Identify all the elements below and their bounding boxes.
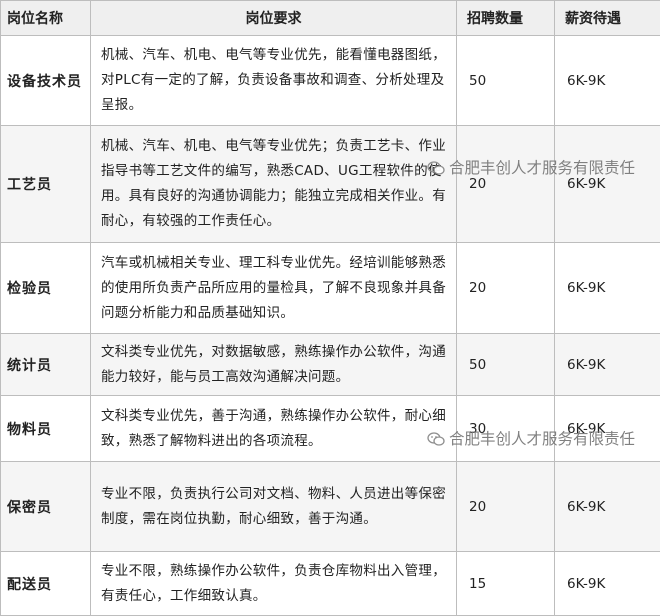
position-requirements: 机械、汽车、机电、电气等专业优先；负责工艺卡、作业指导书等工艺文件的编写，熟悉C…: [91, 126, 457, 243]
headcount: 20: [457, 243, 555, 334]
position-name: 物料员: [1, 396, 91, 462]
watermark: 合肥丰创人才服务有限责任: [427, 427, 635, 449]
position-name: 检验员: [1, 243, 91, 334]
headcount: 50: [457, 334, 555, 396]
header-salary: 薪资待遇: [555, 1, 660, 36]
wechat-icon: [427, 432, 445, 446]
wechat-icon: [427, 161, 445, 175]
position-name: 工艺员: [1, 126, 91, 243]
salary: 6K-9K: [555, 334, 660, 396]
salary: 6K-9K: [555, 552, 660, 616]
position-name: 保密员: [1, 462, 91, 552]
table-row: 统计员 文科类专业优先，对数据敏感，熟练操作办公软件，沟通能力较好，能与员工高效…: [1, 334, 660, 396]
header-position-name: 岗位名称: [1, 1, 91, 36]
table-row: 配送员 专业不限，熟练操作办公软件，负责仓库物料出入管理，有责任心，工作细致认真…: [1, 552, 660, 616]
position-requirements: 汽车或机械相关专业、理工科专业优先。经培训能够熟悉的使用所负责产品所应用的量检具…: [91, 243, 457, 334]
position-name: 统计员: [1, 334, 91, 396]
table-header-row: 岗位名称 岗位要求 招聘数量 薪资待遇: [1, 1, 660, 36]
headcount: 20: [457, 462, 555, 552]
header-requirements: 岗位要求: [91, 1, 457, 36]
position-requirements: 文科类专业优先，对数据敏感，熟练操作办公软件，沟通能力较好，能与员工高效沟通解决…: [91, 334, 457, 396]
headcount: 20: [457, 126, 555, 243]
position-requirements: 机械、汽车、机电、电气等专业优先，能看懂电器图纸，对PLC有一定的了解，负责设备…: [91, 36, 457, 126]
salary: 6K-9K: [555, 462, 660, 552]
position-name: 配送员: [1, 552, 91, 616]
watermark-text: 合肥丰创人才服务有限责任: [449, 430, 635, 448]
table-row: 工艺员 机械、汽车、机电、电气等专业优先；负责工艺卡、作业指导书等工艺文件的编写…: [1, 126, 660, 243]
table-row: 检验员 汽车或机械相关专业、理工科专业优先。经培训能够熟悉的使用所负责产品所应用…: [1, 243, 660, 334]
header-headcount: 招聘数量: [457, 1, 555, 36]
watermark-text: 合肥丰创人才服务有限责任: [449, 159, 635, 177]
salary: 6K-9K: [555, 243, 660, 334]
table-row: 设备技术员 机械、汽车、机电、电气等专业优先，能看懂电器图纸，对PLC有一定的了…: [1, 36, 660, 126]
watermark: 合肥丰创人才服务有限责任: [427, 156, 635, 178]
position-requirements: 专业不限，负责执行公司对文档、物料、人员进出等保密制度，需在岗位执勤，耐心细致，…: [91, 462, 457, 552]
salary: 6K-9K: [555, 126, 660, 243]
position-requirements: 文科类专业优先，善于沟通，熟练操作办公软件，耐心细致，熟悉了解物料进出的各项流程…: [91, 396, 457, 462]
headcount: 15: [457, 552, 555, 616]
table-row: 保密员 专业不限，负责执行公司对文档、物料、人员进出等保密制度，需在岗位执勤，耐…: [1, 462, 660, 552]
position-name: 设备技术员: [1, 36, 91, 126]
salary: 6K-9K: [555, 36, 660, 126]
recruitment-table: 岗位名称 岗位要求 招聘数量 薪资待遇 设备技术员 机械、汽车、机电、电气等专业…: [0, 0, 660, 616]
headcount: 50: [457, 36, 555, 126]
position-requirements: 专业不限，熟练操作办公软件，负责仓库物料出入管理，有责任心，工作细致认真。: [91, 552, 457, 616]
